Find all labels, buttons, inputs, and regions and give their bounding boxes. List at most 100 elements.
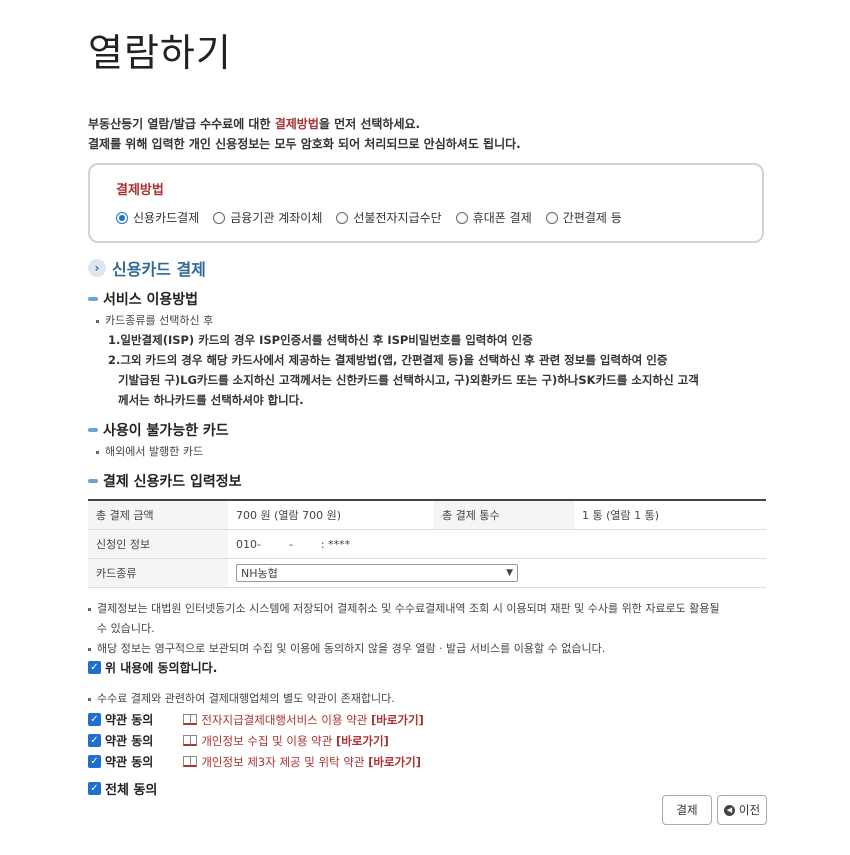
radio-label: 금융기관 계좌이체 xyxy=(230,211,323,225)
bullet-icon xyxy=(96,319,99,323)
agree-above-label: 위 내용에 동의합니다. xyxy=(105,661,218,675)
note-1: 결제정보는 대법원 인터넷등기소 시스템에 저장되어 결제취소 및 수수료결제내… xyxy=(88,600,720,616)
note-text: 수수료 결제와 관련하여 결제대행업체의 별도 약관이 존재합니다. xyxy=(97,692,395,705)
radio-credit-card[interactable]: 신용카드결제 xyxy=(116,209,199,226)
total-amount-label: 총 결제 금액 xyxy=(88,499,228,530)
service-header: 서비스 이용방법 xyxy=(88,289,198,309)
radio-indicator[interactable] xyxy=(545,211,558,224)
table-row: 카드종류 NH농협 ▼ xyxy=(88,558,766,588)
radio-mobile[interactable]: 휴대폰 결제 xyxy=(455,209,532,226)
service-bullet: 카드종류를 선택하신 후 xyxy=(96,312,213,328)
card-type-label: 카드종류 xyxy=(88,558,228,588)
intro-line-2: 결제를 위해 입력한 개인 신용정보는 모두 암호화 되어 처리되므로 안심하셔… xyxy=(88,137,521,151)
chevron-left-icon: ◀ xyxy=(723,804,735,816)
service-step-2: 2.그외 카드의 경우 해당 카드사에서 제공하는 결제방법(앱, 간편결제 등… xyxy=(108,353,668,367)
prev-button-label: 이전 xyxy=(738,803,761,817)
terms-check-label: 약관 동의 xyxy=(105,713,154,727)
book-icon xyxy=(183,756,198,767)
book-icon xyxy=(183,714,198,725)
agree-above-checkbox[interactable]: ✓ xyxy=(88,661,101,674)
note-2: 해당 정보는 영구적으로 보관되며 수집 및 이용에 동의하지 않을 경우 열람… xyxy=(88,640,605,656)
radio-label: 휴대폰 결제 xyxy=(472,211,532,225)
section-header: › 신용카드 결제 xyxy=(88,256,206,280)
payment-method-options: 신용카드결제 금융기관 계좌이체 선불전자지급수단 휴대폰 결제 간편결제 등 xyxy=(116,209,636,226)
terms-text: 전자지급결제대행서비스 이용 약관 xyxy=(201,712,372,727)
applicant-value: 010- - : **** xyxy=(228,529,766,559)
radio-easy-pay[interactable]: 간편결제 등 xyxy=(545,209,622,226)
radio-indicator[interactable] xyxy=(455,211,468,224)
terms-checkbox-3[interactable]: ✓ xyxy=(88,755,101,768)
total-amount-value: 700 원 (열람 700 원) xyxy=(228,499,434,530)
book-icon xyxy=(183,735,198,746)
all-agree-row: ✓ 전체 동의 xyxy=(88,779,157,798)
bullet-icon xyxy=(88,697,91,701)
terms-check-label: 약관 동의 xyxy=(105,755,154,769)
terms-row-1: ✓ 약관 동의 전자지급결제대행서비스 이용 약관 [바로가기] xyxy=(88,711,424,728)
dash-icon xyxy=(88,479,98,483)
pay-button[interactable]: 결제 xyxy=(662,795,712,825)
page-title: 열람하기 xyxy=(88,31,232,75)
terms-row-3: ✓ 약관 동의 개인정보 제3자 제공 및 위탁 약관 [바로가기] xyxy=(88,753,421,770)
dash-icon xyxy=(88,428,98,432)
radio-prepaid[interactable]: 선불전자지급수단 xyxy=(336,209,442,226)
all-agree-checkbox[interactable]: ✓ xyxy=(88,782,101,795)
card-type-selected: NH농협 xyxy=(241,567,278,580)
terms-shortcut[interactable]: [바로가기] xyxy=(368,755,421,769)
note-text: 해당 정보는 영구적으로 보관되며 수집 및 이용에 동의하지 않을 경우 열람… xyxy=(97,642,606,655)
chevron-right-icon: › xyxy=(88,259,106,277)
terms-row-2: ✓ 약관 동의 개인정보 수집 및 이용 약관 [바로가기] xyxy=(88,732,389,749)
chevron-down-icon: ▼ xyxy=(506,568,513,578)
table-row: 총 결제 금액 700 원 (열람 700 원) 총 결제 통수 1 통 (열람… xyxy=(88,499,766,530)
section-title: 신용카드 결제 xyxy=(112,260,206,279)
service-step-2-line-2: 기발급된 구)LG카드를 소지하신 고객께서는 신한카드를 선택하시고, 구)외… xyxy=(118,373,699,387)
service-title: 서비스 이용방법 xyxy=(103,292,199,308)
card-type-cell: NH농협 ▼ xyxy=(228,558,766,588)
terms-text: 개인정보 수집 및 이용 약관 xyxy=(201,733,337,748)
prev-button[interactable]: ◀ 이전 xyxy=(717,795,767,825)
input-info-header: 결제 신용카드 입력정보 xyxy=(88,471,242,491)
terms-check-label: 약관 동의 xyxy=(105,734,154,748)
terms-shortcut[interactable]: [바로가기] xyxy=(371,713,424,727)
intro-line-1: 부동산등기 열람/발급 수수료에 대한 결제방법을 먼저 선택하세요. xyxy=(88,115,420,132)
bullet-text: 카드종류를 선택하신 후 xyxy=(105,314,214,327)
unavailable-header: 사용이 불가능한 카드 xyxy=(88,420,229,440)
intro-highlight: 결제방법 xyxy=(274,117,319,131)
radio-indicator[interactable] xyxy=(336,211,349,224)
radio-label: 선불전자지급수단 xyxy=(353,211,442,225)
bullet-text: 해외에서 발행한 카드 xyxy=(105,445,204,458)
radio-label: 간편결제 등 xyxy=(562,211,622,225)
payment-method-box: 결제방법 신용카드결제 금융기관 계좌이체 선불전자지급수단 휴대폰 결제 간편… xyxy=(88,163,764,243)
terms-text: 개인정보 제3자 제공 및 위탁 약관 xyxy=(201,754,369,769)
terms-link-3[interactable]: 개인정보 제3자 제공 및 위탁 약관 [바로가기] xyxy=(201,754,421,770)
agree-above-row: ✓ 위 내용에 동의합니다. xyxy=(88,659,217,676)
note-text: 결제정보는 대법원 인터넷등기소 시스템에 저장되어 결제취소 및 수수료결제내… xyxy=(97,602,720,615)
card-type-select[interactable]: NH농협 ▼ xyxy=(236,564,518,582)
table-row: 신청인 정보 010- - : **** xyxy=(88,529,766,559)
terms-link-1[interactable]: 전자지급결제대행서비스 이용 약관 [바로가기] xyxy=(201,712,424,728)
all-agree-label: 전체 동의 xyxy=(105,783,158,798)
input-info-title: 결제 신용카드 입력정보 xyxy=(103,474,242,490)
radio-indicator[interactable] xyxy=(116,211,128,224)
payment-method-label: 결제방법 xyxy=(116,183,164,198)
terms-checkbox-1[interactable]: ✓ xyxy=(88,713,101,726)
bullet-icon xyxy=(96,450,99,454)
dash-icon xyxy=(88,297,98,301)
radio-indicator[interactable] xyxy=(213,211,226,224)
applicant-label: 신청인 정보 xyxy=(88,529,228,559)
intro-text: 부동산등기 열람/발급 수수료에 대한 xyxy=(88,117,275,131)
radio-bank-transfer[interactable]: 금융기관 계좌이체 xyxy=(213,209,322,226)
radio-label: 신용카드결제 xyxy=(133,211,200,225)
service-step-1: 1.일반결제(ISP) 카드의 경우 ISP인증서를 선택하신 후 ISP비밀번… xyxy=(108,333,533,347)
unavailable-bullet: 해외에서 발행한 카드 xyxy=(96,443,203,459)
unavailable-title: 사용이 불가능한 카드 xyxy=(103,423,229,439)
pay-button-label: 결제 xyxy=(676,803,698,817)
terms-checkbox-2[interactable]: ✓ xyxy=(88,734,101,747)
note-1-line-2: 수 있습니다. xyxy=(97,622,155,635)
bullet-icon xyxy=(88,647,91,651)
bullet-icon xyxy=(88,607,91,611)
total-count-label: 총 결제 통수 xyxy=(434,499,574,530)
payment-info-table: 총 결제 금액 700 원 (열람 700 원) 총 결제 통수 1 통 (열람… xyxy=(88,499,766,588)
intro-text-end: 을 먼저 선택하세요. xyxy=(318,117,421,131)
terms-link-2[interactable]: 개인정보 수집 및 이용 약관 [바로가기] xyxy=(201,733,389,749)
terms-shortcut[interactable]: [바로가기] xyxy=(336,734,389,748)
